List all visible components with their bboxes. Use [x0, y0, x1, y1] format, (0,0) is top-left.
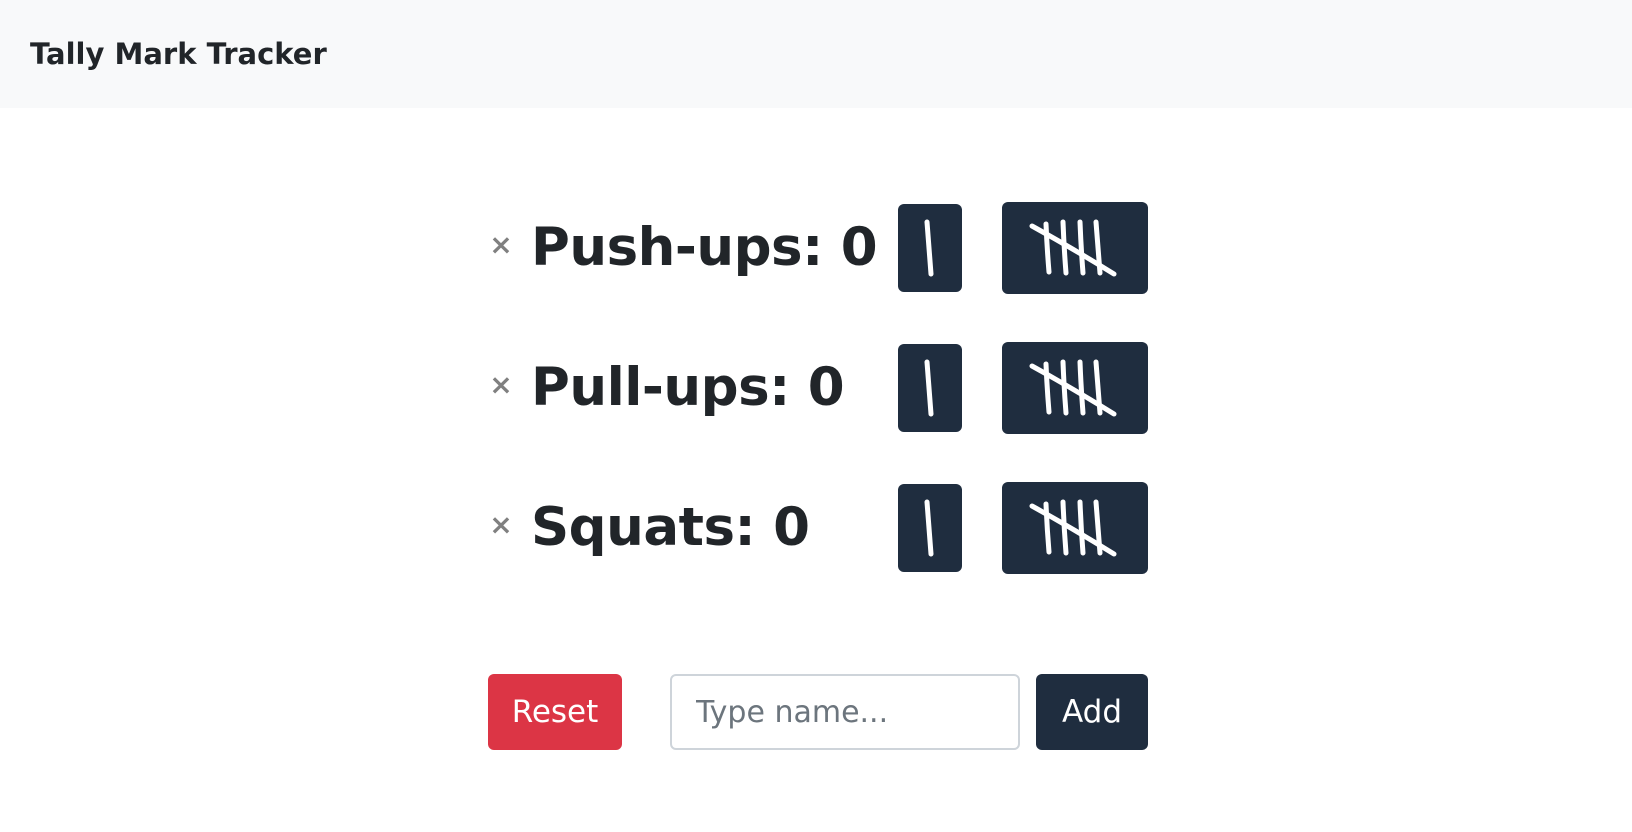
tally-five-icon	[1029, 499, 1117, 557]
add-five-button[interactable]	[1002, 202, 1148, 294]
tally-container: × Push-ups: 0 × Pull-ups: 0 × Squats: 0 …	[488, 0, 1148, 832]
add-one-button[interactable]	[898, 204, 962, 292]
counter-label: Push-ups: 0	[531, 217, 878, 278]
tally-one-icon	[924, 499, 934, 557]
counter-row: × Squats: 0	[488, 480, 1148, 576]
counter-row: × Pull-ups: 0	[488, 340, 1148, 436]
add-one-button[interactable]	[898, 484, 962, 572]
counter-label: Squats: 0	[531, 497, 810, 558]
app-title[interactable]: Tally Mark Tracker	[30, 36, 327, 72]
tally-five-icon	[1029, 359, 1117, 417]
tally-one-icon	[924, 359, 934, 417]
remove-counter-button[interactable]: ×	[488, 510, 514, 540]
add-five-button[interactable]	[1002, 482, 1148, 574]
tally-one-icon	[924, 219, 934, 277]
counter-label: Pull-ups: 0	[531, 357, 845, 418]
counter-row: × Push-ups: 0	[488, 200, 1148, 296]
remove-counter-button[interactable]: ×	[488, 230, 514, 260]
controls-bar: Reset Add	[488, 674, 1148, 750]
reset-button[interactable]: Reset	[488, 674, 622, 750]
tally-five-icon	[1029, 219, 1117, 277]
add-one-button[interactable]	[898, 344, 962, 432]
add-five-button[interactable]	[1002, 342, 1148, 434]
name-input[interactable]	[670, 674, 1020, 750]
remove-counter-button[interactable]: ×	[488, 370, 514, 400]
add-button[interactable]: Add	[1036, 674, 1148, 750]
